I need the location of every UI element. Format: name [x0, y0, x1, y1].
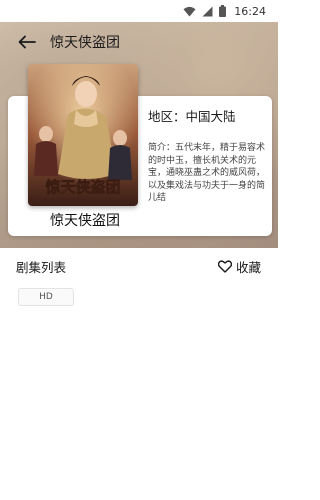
status-bar: 16:24: [0, 0, 278, 22]
poster-image[interactable]: 惊天侠盗团: [28, 64, 138, 206]
favorite-button[interactable]: 收藏: [217, 257, 261, 276]
wifi-icon: [183, 6, 196, 17]
synopsis-text: 简介：五代末年，精于易容术的时中玉，擅长机关术的元宝，通晓巫蛊之术的威风荷，以及…: [148, 143, 266, 204]
heart-outline-icon: [217, 259, 232, 273]
poster-title: 惊天侠盗团: [50, 213, 120, 229]
svg-text:惊天侠盗团: 惊天侠盗团: [45, 178, 120, 196]
arrow-left-icon: [18, 35, 36, 49]
status-time: 16:24: [234, 4, 266, 18]
title-bar: 惊天侠盗团: [0, 22, 278, 62]
back-button[interactable]: [16, 31, 38, 53]
poster-artwork: 惊天侠盗团: [28, 64, 138, 206]
battery-icon: [219, 5, 227, 17]
episode-section-header: 剧集列表 收藏: [0, 252, 278, 280]
region-label: 地区：中国大陆: [148, 109, 236, 124]
favorite-label: 收藏: [235, 259, 261, 275]
episode-list-title: 剧集列表: [16, 259, 67, 275]
episode-button-hd[interactable]: HD: [18, 288, 74, 306]
signal-icon: [202, 6, 213, 17]
page-title: 惊天侠盗团: [50, 35, 120, 51]
